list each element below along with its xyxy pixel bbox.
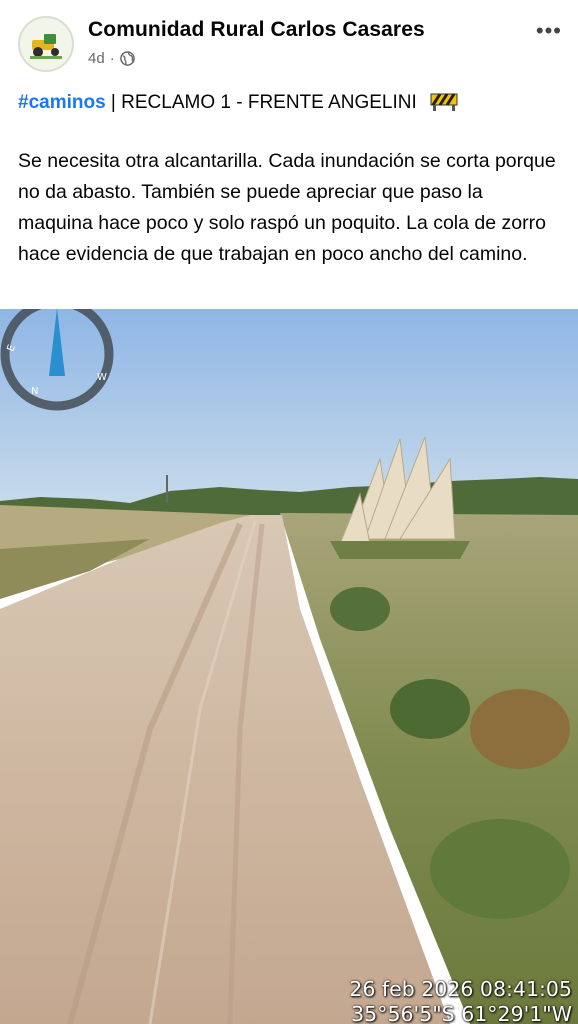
compass-letter-w: W	[97, 372, 107, 383]
more-options-icon[interactable]: •••	[536, 18, 562, 44]
photo-coordinates: 35°56'5"S 61°29'1"W	[351, 1002, 572, 1024]
hashtag-link[interactable]: #caminos	[18, 92, 106, 113]
post-time[interactable]: 4d	[88, 50, 105, 67]
tractor-logo-icon	[20, 18, 72, 70]
post-header: Comunidad Rural Carlos Casares 4d · •••	[0, 0, 578, 84]
post-photo[interactable]: E N W 26 feb 2026 08:41:05 35°56'5"S 61°…	[0, 309, 578, 1024]
post-meta: 4d ·	[88, 50, 135, 67]
road-photo-image: E N W	[0, 309, 578, 1024]
post-body: Se necesita otra alcantarilla. Cada inun…	[18, 150, 556, 265]
time-separator: ·	[109, 50, 115, 67]
construction-barrier-icon	[430, 93, 458, 111]
title-text: | RECLAMO 1 - FRENTE ANGELINI	[105, 92, 417, 113]
page-avatar[interactable]	[18, 16, 74, 72]
page-name-link[interactable]: Comunidad Rural Carlos Casares	[88, 18, 425, 42]
photo-timestamp: 26 feb 2026 08:41:05	[349, 977, 572, 1001]
globe-icon	[119, 51, 135, 66]
post-title-line: #caminos | RECLAMO 1 - FRENTE ANGELINI	[18, 90, 458, 116]
compass-letter-n: N	[31, 386, 38, 397]
